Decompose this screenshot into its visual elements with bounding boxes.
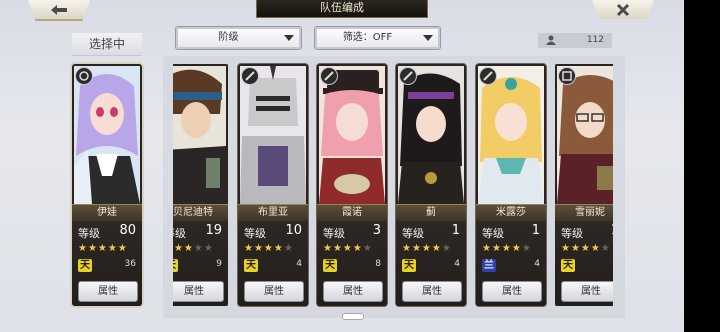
filter-dropdown[interactable]: 筛选：OFF xyxy=(314,26,441,50)
star-rating: ★★★★★ xyxy=(173,243,214,254)
back-button[interactable] xyxy=(28,0,90,21)
character-count-value: 112 xyxy=(586,35,604,45)
filter-dropdown-label: 筛选：OFF xyxy=(342,32,393,43)
star-rating: ★★★★★ xyxy=(323,243,373,254)
rank-badge: 兰 xyxy=(482,259,496,272)
character-name: 霞诺 xyxy=(317,204,387,222)
sort-dropdown-label: 阶级 xyxy=(218,32,239,43)
attribute-button[interactable]: 属性 xyxy=(561,281,613,302)
character-portrait xyxy=(398,66,464,204)
character-card[interactable]: 蓟 等级 1 ★★★★★ 天 4 属性 xyxy=(396,64,466,306)
class-icon xyxy=(558,67,576,85)
close-button[interactable] xyxy=(592,0,654,19)
star-rating: ★★★★★ xyxy=(402,243,452,254)
rank-badge: 天 xyxy=(402,259,416,272)
level-value: 1 xyxy=(531,223,540,238)
level-label: 等级 xyxy=(561,227,583,240)
level-label: 等级 xyxy=(78,227,100,240)
level-label: 等级 xyxy=(482,227,504,240)
selected-label: 选择中 xyxy=(72,33,142,56)
character-name: 布里亚 xyxy=(238,204,308,222)
class-icon xyxy=(241,67,259,85)
close-icon xyxy=(616,3,630,16)
level-value: 3 xyxy=(372,223,381,238)
card-number: 36 xyxy=(124,259,136,269)
character-name: 贝尼迪特 xyxy=(173,204,228,222)
chevron-down-icon xyxy=(284,35,294,41)
character-portrait xyxy=(557,66,613,204)
character-card[interactable]: 布里亚 等级 10 ★★★★★ 天 4 属性 xyxy=(238,64,308,306)
rank-badge: 天 xyxy=(244,259,258,272)
character-portrait xyxy=(173,66,226,204)
screen-edge xyxy=(684,0,720,332)
rank-badge: 天 xyxy=(78,259,92,272)
attribute-button[interactable]: 属性 xyxy=(402,281,462,302)
level-label: 等级 xyxy=(244,227,266,240)
attribute-button[interactable]: 属性 xyxy=(323,281,383,302)
level-value: 1 xyxy=(611,223,613,238)
class-icon xyxy=(320,67,338,85)
level-label: 等级 xyxy=(323,227,345,240)
rank-badge: 天 xyxy=(323,259,337,272)
level-value: 10 xyxy=(285,223,302,238)
star-rating: ★★★★★ xyxy=(244,243,294,254)
attribute-button[interactable]: 属性 xyxy=(78,281,138,302)
star-rating: ★★★★★ xyxy=(78,243,128,254)
card-number: 4 xyxy=(454,259,460,269)
back-arrow-icon xyxy=(51,4,67,15)
card-number: 9 xyxy=(216,259,222,269)
character-name: 米露莎 xyxy=(476,204,546,222)
character-portrait xyxy=(74,66,140,204)
character-card[interactable]: 米露莎 等级 1 ★★★★★ 兰 4 属性 xyxy=(476,64,546,306)
character-card[interactable]: 霞诺 等级 3 ★★★★★ 天 8 属性 xyxy=(317,64,387,306)
attribute-button[interactable]: 属性 xyxy=(482,281,542,302)
star-rating: ★★★★★ xyxy=(561,243,611,254)
level-label: 等级 xyxy=(402,227,424,240)
star-rating: ★★★★★ xyxy=(482,243,532,254)
character-portrait xyxy=(478,66,544,204)
chevron-down-icon xyxy=(423,35,433,41)
rank-badge: 天 xyxy=(561,259,575,272)
sort-dropdown[interactable]: 阶级 xyxy=(175,26,302,50)
character-name: 蓟 xyxy=(396,204,466,222)
level-value: 19 xyxy=(205,223,222,238)
character-name: 伊娃 xyxy=(72,204,142,222)
card-number: 4 xyxy=(534,259,540,269)
page-indicator xyxy=(342,313,364,320)
selected-character-card[interactable]: 伊娃 等级 80 ★★★★★ 天 36 属性 xyxy=(72,64,142,306)
class-icon xyxy=(75,67,93,85)
character-card[interactable]: 雪丽妮 等级 1 ★★★★★ 天 属性 xyxy=(555,64,613,306)
level-label: 等级 xyxy=(173,227,186,240)
character-portrait xyxy=(319,66,385,204)
page-title: 队伍编成 xyxy=(256,0,428,18)
card-number: 4 xyxy=(296,259,302,269)
level-value: 1 xyxy=(451,223,460,238)
character-name: 雪丽妮 xyxy=(555,204,613,222)
attribute-button[interactable]: 属性 xyxy=(173,281,224,302)
class-icon xyxy=(399,67,417,85)
team-formation-screen: 队伍编成 选择中 阶级 筛选：OFF 112 伊娃 等级 80 ★★★★★ 天 … xyxy=(0,0,684,332)
class-icon xyxy=(479,67,497,85)
attribute-button[interactable]: 属性 xyxy=(244,281,304,302)
character-card[interactable]: 贝尼迪特 等级 19 ★★★★★ 天 9 属性 xyxy=(173,64,228,306)
level-value: 80 xyxy=(119,223,136,238)
person-icon xyxy=(546,35,556,45)
character-count: 112 xyxy=(538,33,612,48)
character-portrait xyxy=(240,66,306,204)
rank-badge: 天 xyxy=(173,259,178,272)
card-number: 8 xyxy=(375,259,381,269)
